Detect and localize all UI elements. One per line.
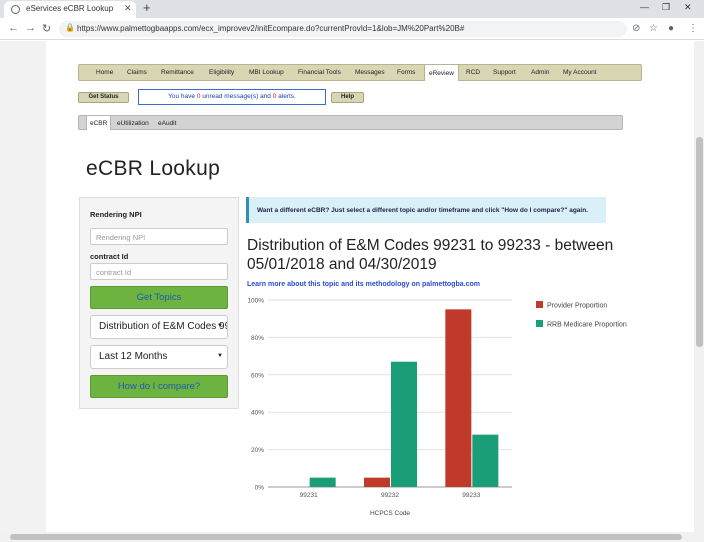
menu-icon[interactable]: ⋮: [688, 23, 698, 34]
x-tick-label: 99231: [300, 492, 318, 499]
bar-provider: [445, 309, 472, 487]
message-suffix: alerts.: [276, 93, 296, 100]
message-status: You have 0 unread message(s) and 0 alert…: [138, 89, 326, 105]
help-button[interactable]: Help: [331, 92, 364, 103]
tab-eaudit[interactable]: eAudit: [158, 120, 176, 127]
nav-mbi-lookup[interactable]: MBI Lookup: [249, 69, 284, 76]
nav-financial-tools[interactable]: Financial Tools: [298, 69, 341, 76]
window-close-icon[interactable]: ✕: [684, 2, 692, 13]
legend-label: RRB Medicare Proportion: [547, 322, 627, 329]
topic-select-value: Distribution of E&M Codes 99231 to 99233: [99, 321, 227, 332]
close-icon[interactable]: ✕: [124, 3, 132, 14]
nav-support[interactable]: Support: [493, 69, 516, 76]
main-navigation: Home Claims Remittance Eligibility MBI L…: [78, 64, 642, 81]
distribution-chart: 0% 20% 40% 60% 80% 100% 99231 99232 99233 HCPCS C…: [247, 298, 627, 518]
learn-more-link[interactable]: Learn more about this topic and its meth…: [247, 281, 480, 288]
omnibox[interactable]: 🔒 https://www.palmettogbaapps.com/ecx_im…: [59, 21, 627, 37]
y-tick-label: 100%: [247, 298, 264, 305]
tab-ecbr[interactable]: eCBR: [86, 115, 112, 130]
x-tick-label: 99233: [462, 492, 480, 499]
nav-messages[interactable]: Messages: [355, 69, 385, 76]
nav-eligibility[interactable]: Eligibility: [209, 69, 234, 76]
horizontal-scrollbar[interactable]: [0, 532, 704, 542]
legend-swatch: [536, 301, 543, 308]
browser-tab[interactable]: eServices eCBR Lookup ✕: [4, 1, 136, 18]
x-axis-label: HCPCS Code: [370, 510, 410, 517]
legend-swatch: [536, 320, 543, 327]
message-mid: unread message(s) and: [200, 93, 273, 100]
lookup-form-panel: Rendering NPI Rendering NPI contract Id …: [79, 197, 239, 409]
contract-id-label: contract Id: [90, 252, 129, 261]
y-tick-label: 40%: [251, 410, 264, 417]
url-text[interactable]: https://www.palmettogbaapps.com/ecx_impr…: [77, 24, 464, 33]
y-tick-label: 20%: [251, 447, 264, 454]
chevron-down-icon: ▼: [217, 323, 223, 329]
nav-rcd[interactable]: RCD: [466, 69, 480, 76]
horizontal-scroll-thumb[interactable]: [10, 534, 682, 540]
how-do-i-compare-button[interactable]: How do I compare?: [90, 375, 228, 398]
globe-icon: [11, 5, 20, 14]
message-prefix: You have: [168, 93, 197, 100]
legend-label: Provider Proportion: [547, 303, 607, 310]
bookmark-star-icon[interactable]: ☆: [649, 23, 658, 34]
vertical-scroll-thumb[interactable]: [696, 137, 703, 347]
nav-forms[interactable]: Forms: [397, 69, 415, 76]
info-alert: Want a different eCBR? Just select a dif…: [246, 197, 606, 223]
chevron-down-icon: ▼: [217, 353, 223, 359]
tab-title: eServices eCBR Lookup: [26, 4, 114, 13]
nav-my-account[interactable]: My Account: [563, 69, 597, 76]
browser-tabstrip: eServices eCBR Lookup ✕ + — ❐ ✕: [0, 0, 704, 18]
bar-rrb: [472, 434, 499, 487]
lock-icon: 🔒: [65, 23, 75, 32]
nav-ereview[interactable]: eReview: [424, 64, 459, 81]
nav-remittance[interactable]: Remittance: [161, 69, 194, 76]
timeframe-select-value: Last 12 Months: [99, 351, 168, 362]
profile-icon[interactable]: ●: [668, 23, 674, 34]
forward-icon[interactable]: →: [25, 22, 36, 34]
timeframe-select[interactable]: Last 12 Months ▼: [90, 345, 228, 369]
rendering-npi-label: Rendering NPI: [90, 210, 142, 219]
bar-provider: [364, 477, 390, 487]
rendering-npi-input[interactable]: Rendering NPI: [90, 228, 228, 245]
reload-icon[interactable]: ↻: [42, 22, 51, 35]
x-tick-label: 99232: [381, 492, 399, 499]
sub-navigation: eCBR eUtilization eAudit: [78, 115, 623, 130]
y-tick-label: 0%: [255, 485, 265, 492]
distribution-title: Distribution of E&M Codes 99231 to 99233…: [247, 237, 614, 273]
page-title: eCBR Lookup: [86, 157, 221, 180]
y-tick-label: 60%: [251, 372, 264, 379]
back-icon[interactable]: ←: [8, 22, 19, 34]
restore-icon[interactable]: ❐: [662, 2, 670, 13]
nav-claims[interactable]: Claims: [127, 69, 147, 76]
topic-select[interactable]: Distribution of E&M Codes 99231 to 99233…: [90, 315, 228, 339]
tab-eutilization[interactable]: eUtilization: [117, 120, 149, 127]
address-bar: ← → ↻ 🔒 https://www.palmettogbaapps.com/…: [0, 18, 704, 40]
nav-home[interactable]: Home: [96, 69, 113, 76]
new-tab-icon[interactable]: +: [143, 0, 151, 15]
minimize-icon[interactable]: —: [640, 2, 649, 12]
bar-rrb: [391, 361, 417, 487]
vertical-scrollbar[interactable]: [694, 41, 704, 532]
get-status-button[interactable]: Get Status: [78, 92, 129, 103]
blocked-popup-icon[interactable]: ⊘: [632, 23, 640, 34]
y-tick-label: 80%: [251, 335, 264, 342]
nav-admin[interactable]: Admin: [531, 69, 549, 76]
contract-id-input[interactable]: contract Id: [90, 263, 228, 280]
bar-rrb: [309, 477, 336, 487]
get-topics-button[interactable]: Get Topics: [90, 286, 228, 309]
